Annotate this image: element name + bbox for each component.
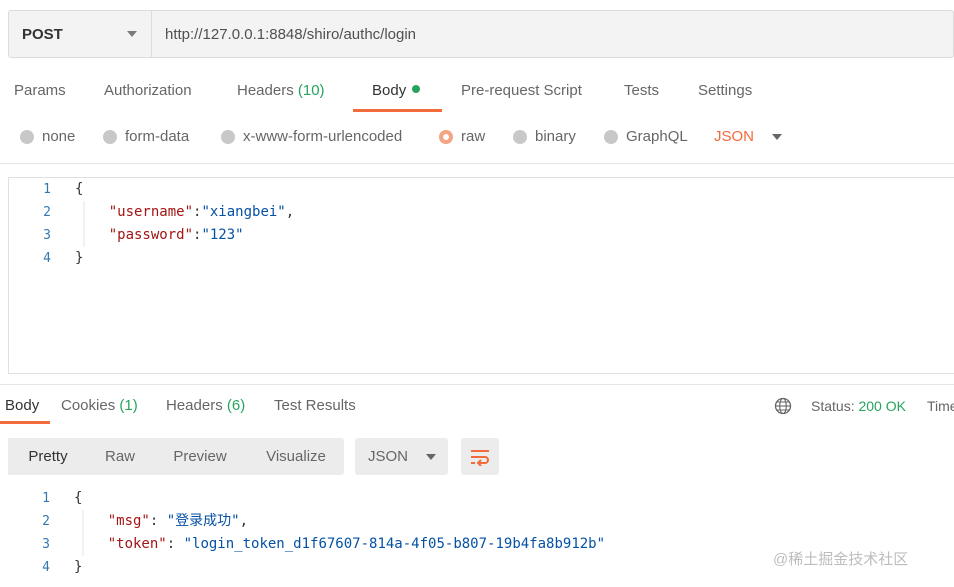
view-preview-button[interactable]: Preview [152, 438, 248, 475]
tab-headers[interactable]: Headers (10) [237, 82, 325, 99]
code-line: "token": "login_token_d1f67607-814a-4f05… [74, 533, 605, 556]
response-headers-count: (6) [226, 397, 246, 414]
radio-none[interactable]: none [20, 128, 75, 145]
radio-circle-icon [20, 129, 34, 144]
tab-authorization[interactable]: Authorization [104, 82, 192, 99]
json-punctuation: , [239, 513, 249, 529]
json-value: "登录成功" [166, 513, 240, 529]
code-line: "msg": "登录成功", [74, 510, 248, 533]
wrap-lines-icon [471, 449, 489, 466]
active-tab-underline [0, 421, 50, 424]
divider [0, 384, 954, 385]
tab-response-body[interactable]: Body [5, 397, 39, 414]
json-value: "123" [201, 227, 244, 243]
radio-circle-icon [604, 129, 618, 144]
code-line: "username":"xiangbei", [75, 201, 294, 224]
cookies-count: (1) [119, 397, 138, 414]
body-language-select[interactable]: JSON [714, 128, 783, 145]
tab-params[interactable]: Params [14, 82, 66, 99]
response-body-viewer[interactable]: 1 2 3 4 { "msg": "登录成功", "token": "login… [8, 487, 954, 587]
json-value: "login_token_d1f67607-814a-4f05-b807-19b… [183, 536, 606, 552]
radio-circle-icon [103, 129, 117, 144]
json-punctuation: : [149, 513, 167, 529]
globe-icon[interactable] [774, 397, 792, 415]
headers-count: (10) [297, 82, 325, 99]
radio-circle-icon [513, 129, 527, 144]
json-punctuation: : [166, 536, 184, 552]
code-line: "password":"123" [75, 224, 244, 247]
radio-raw[interactable]: raw [439, 128, 485, 145]
radio-form-data[interactable]: form-data [103, 128, 189, 145]
tab-tests[interactable]: Tests [624, 82, 659, 99]
tab-pre-request-script[interactable]: Pre-request Script [461, 82, 582, 99]
line-number: 2 [43, 205, 51, 220]
json-punctuation: } [74, 559, 83, 575]
chevron-down-icon [127, 31, 137, 37]
radio-x-www-form-urlencoded[interactable]: x-www-form-urlencoded [221, 128, 402, 145]
body-type-selector: none form-data x-www-form-urlencoded raw… [0, 124, 954, 154]
json-punctuation: { [75, 181, 84, 197]
body-indicator-dot [412, 85, 421, 93]
json-key: "username" [108, 204, 194, 220]
code-line: { [74, 487, 82, 510]
view-raw-button[interactable]: Raw [88, 438, 152, 475]
line-number: 1 [43, 182, 51, 197]
divider [0, 163, 954, 164]
response-tabs: Body Cookies (1) Headers (6) Test Result… [0, 392, 954, 426]
active-tab-underline [353, 109, 442, 112]
method-label: POST [22, 25, 63, 43]
url-input[interactable]: http://127.0.0.1:8848/shiro/authc/login [152, 11, 953, 57]
watermark-text: @稀土掘金技术社区 [773, 551, 909, 568]
json-punctuation: { [74, 490, 83, 506]
tab-cookies[interactable]: Cookies (1) [61, 397, 138, 414]
view-visualize-button[interactable]: Visualize [248, 438, 344, 475]
line-number: 4 [43, 251, 51, 266]
chevron-down-icon [772, 133, 783, 140]
status-readout: Status: 200 OK [811, 398, 906, 414]
code-line: } [75, 247, 83, 270]
radio-circle-icon [221, 129, 235, 144]
request-url-bar: POST http://127.0.0.1:8848/shiro/authc/l… [8, 10, 954, 58]
line-number: 2 [42, 514, 50, 529]
tab-body[interactable]: Body [372, 82, 421, 99]
radio-graphql[interactable]: GraphQL [604, 128, 688, 145]
code-line: { [75, 178, 83, 201]
tab-response-headers[interactable]: Headers (6) [166, 397, 245, 414]
view-mode-group: Pretty Raw Preview Visualize [8, 438, 344, 475]
wrap-lines-button[interactable] [461, 438, 499, 475]
view-pretty-button[interactable]: Pretty [8, 438, 88, 475]
line-number: 3 [43, 228, 51, 243]
json-key: "msg" [107, 513, 150, 529]
response-format-select[interactable]: JSON [355, 438, 448, 475]
chevron-down-icon [426, 453, 437, 460]
radio-binary[interactable]: binary [513, 128, 576, 145]
tab-settings[interactable]: Settings [698, 82, 752, 99]
time-label: Time [927, 398, 954, 414]
json-value: "xiangbei" [201, 204, 286, 220]
request-tabs: Params Authorization Headers (10) Body P… [0, 74, 954, 114]
line-number: 1 [42, 491, 50, 506]
line-number: 4 [42, 560, 50, 575]
status-code: 200 OK [858, 398, 906, 414]
json-key: "password" [108, 227, 194, 243]
json-key: "token" [107, 536, 167, 552]
json-punctuation: , [285, 204, 295, 220]
request-body-editor[interactable]: 1 2 3 4 { "username":"xiangbei", "passwo… [8, 177, 954, 374]
radio-selected-icon [439, 129, 453, 144]
json-punctuation: } [75, 250, 84, 266]
code-line: } [74, 556, 82, 579]
method-select[interactable]: POST [9, 11, 152, 57]
line-number: 3 [42, 537, 50, 552]
tab-test-results[interactable]: Test Results [274, 397, 356, 414]
